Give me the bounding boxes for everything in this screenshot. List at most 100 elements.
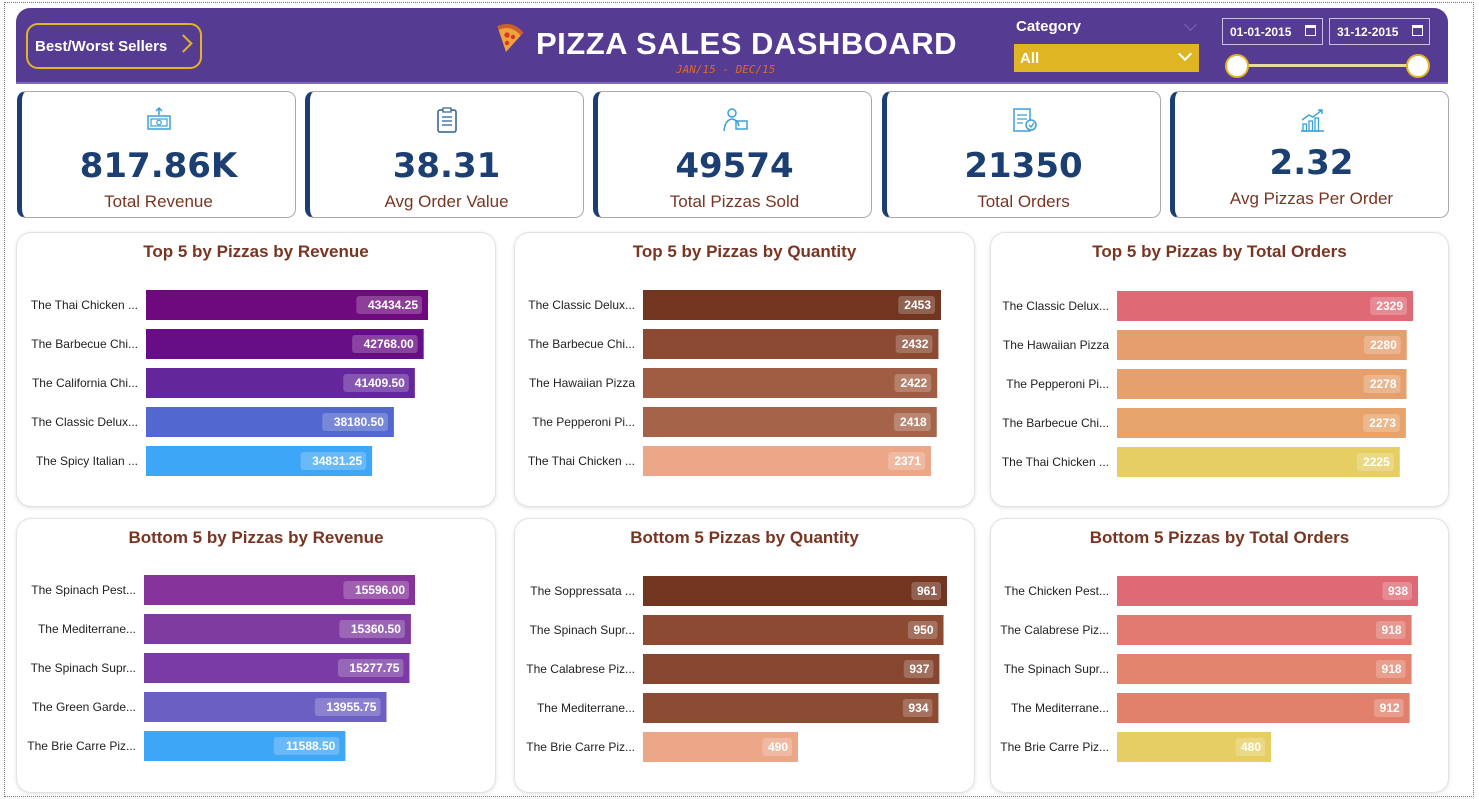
category-label: The Brie Carre Piz... [1000,740,1109,754]
kpi-label: Avg Order Value [384,192,509,211]
bar[interactable] [1117,369,1407,399]
bar[interactable] [643,290,941,320]
kpi-value: 2.32 [1269,143,1354,183]
data-label: 950 [913,623,933,637]
category-label: The Spinach Supr... [530,623,635,637]
category-label: The Classic Delux... [1002,299,1109,313]
category-label: The Hawaiian Pizza [1003,338,1109,352]
chart-top5-revenue: Top 5 by Pizzas by Revenue The Thai Chic… [17,233,495,506]
calendar-icon [1412,25,1423,36]
category-label: The Green Garde... [32,700,136,714]
kpi-value: 49574 [675,146,794,186]
data-label: 2280 [1370,338,1397,352]
best-worst-sellers-button[interactable]: Best/Worst Sellers [26,23,202,69]
data-label: 2278 [1370,377,1397,391]
clipboard-icon [436,107,457,133]
data-label: 38180.50 [334,415,384,429]
bar[interactable] [643,576,947,606]
category-label: The Mediterrane... [537,701,635,715]
kpi-label: Total Revenue [104,192,213,211]
category-label: The Brie Carre Piz... [526,740,635,754]
data-label: 15277.75 [349,661,399,675]
category-label: The Pepperoni Pi... [1006,377,1109,391]
kpi-label: Avg Pizzas Per Order [1229,189,1394,208]
kpi-value: 21350 [964,146,1083,186]
pizza-icon [497,24,524,52]
data-label: 918 [1382,662,1402,676]
data-label: 2225 [1363,455,1390,469]
bar[interactable] [643,615,944,645]
slider-end-handle[interactable] [1406,54,1430,78]
date-end-value: 31-12-2015 [1337,25,1399,39]
chart-top5-orders: Top 5 by Pizzas by Total Orders The Clas… [991,233,1448,506]
date-start-input[interactable]: 01-01-2015 [1222,18,1323,45]
kpi-card-total-revenue: 817.86K Total Revenue [17,91,296,218]
data-label: 2453 [904,298,931,312]
bar[interactable] [1117,693,1410,723]
category-label: The Classic Delux... [31,415,138,429]
category-label: The Barbecue Chi... [31,337,138,351]
bar-chart: The Thai Chicken ... 43434.25 The Barbecue… [31,290,428,476]
bar[interactable] [643,368,938,398]
data-label: 2422 [901,376,928,390]
bar[interactable] [643,329,939,359]
category-label: The California Chi... [32,376,138,390]
category-label: The Classic Delux... [528,298,635,312]
date-end-input[interactable]: 31-12-2015 [1329,18,1430,45]
bar[interactable] [643,407,937,437]
category-label: The Spicy Italian ... [36,454,138,468]
data-label: 15596.00 [355,583,405,597]
bar[interactable] [643,693,939,723]
data-label: 961 [917,584,937,598]
bar[interactable] [643,654,940,684]
data-label: 43434.25 [368,298,418,312]
data-label: 2329 [1376,299,1403,313]
page-title: PIZZA SALES DASHBOARD [536,26,957,61]
data-label: 41409.50 [355,376,405,390]
data-label: 2371 [894,454,921,468]
kpi-card-avg-pizzas-per-order: 2.32 Avg Pizzas Per Order [1170,91,1449,218]
data-label: 912 [1380,701,1400,715]
header-bar: Best/Worst Sellers PIZZA SALES DASHBOARD… [16,8,1448,82]
chart-top5-quantity: Top 5 by Pizzas by Quantity The Classic … [515,233,974,506]
bar[interactable] [1117,408,1406,438]
slicer-chevron-icon[interactable] [1184,18,1197,31]
kpi-label: Total Pizzas Sold [669,192,800,211]
category-label: The Barbecue Chi... [528,337,635,351]
category-label: The Chicken Pest... [1004,584,1109,598]
data-label: 938 [1388,584,1408,598]
slider-start-handle[interactable] [1225,54,1249,78]
category-label: The Spinach Supr... [31,661,136,675]
category-label: The Pepperoni Pi... [532,415,635,429]
kpi-card-avg-order-value: 38.31 Avg Order Value [305,91,584,218]
category-label: The Spinach Pest... [31,583,136,597]
category-label: The Thai Chicken ... [1002,455,1109,469]
bar[interactable] [1117,654,1412,684]
chart-bottom5-quantity: Bottom 5 Pizzas by Quantity The Soppress… [515,519,974,792]
delivery-person-icon [722,108,748,132]
bar[interactable] [1117,330,1407,360]
kpi-value: 38.31 [392,146,501,186]
bar[interactable] [1117,576,1418,606]
bar[interactable] [1117,291,1413,321]
kpi-label: Total Orders [977,192,1070,211]
bar[interactable] [643,446,932,476]
money-icon [146,106,171,130]
bar[interactable] [1117,615,1412,645]
date-range-slider[interactable] [1236,64,1419,67]
bar-chart: The Classic Delux... 2329 The Hawaiian Piz… [1002,291,1413,477]
category-label: The Thai Chicken ... [528,454,635,468]
nav-button-label: Best/Worst Sellers [35,37,168,55]
category-label: The Thai Chicken ... [31,298,138,312]
category-dropdown[interactable]: All [1014,44,1199,72]
data-label: 11588.50 [286,739,336,753]
category-label: The Brie Carre Piz... [27,739,136,753]
category-label: The Soppressata ... [530,584,635,598]
category-label: The Spinach Supr... [1004,662,1109,676]
category-label: The Hawaiian Pizza [529,376,635,390]
category-label: The Barbecue Chi... [1002,416,1109,430]
bar-chart: The Classic Delux... 2453 The Barbecue Chi… [528,290,941,476]
category-label: The Calabrese Piz... [526,662,635,676]
category-label: Category [1016,18,1082,35]
bar-chart: The Soppressata ... 961 The Spinach Supr..… [526,576,947,762]
